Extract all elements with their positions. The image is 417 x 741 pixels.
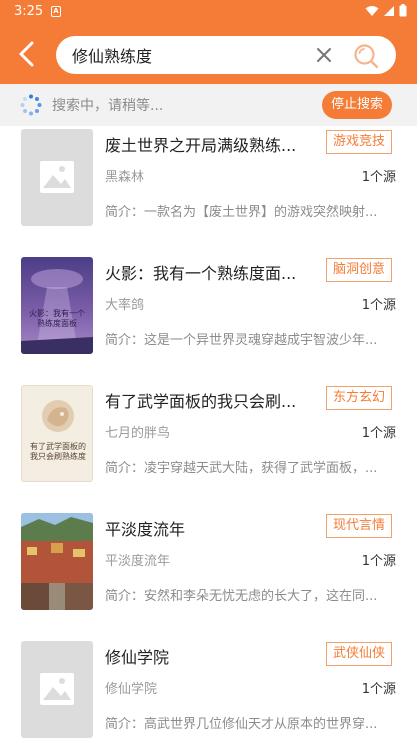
book-cover — [21, 513, 93, 610]
book-category-tag: 脑洞创意 — [326, 258, 393, 282]
placeholder-image-icon — [40, 673, 74, 705]
book-category-tag: 游戏竞技 — [326, 130, 393, 154]
loading-spinner-icon — [20, 94, 42, 116]
back-button[interactable] — [12, 38, 44, 70]
book-cover — [21, 129, 93, 226]
naruto-cover-art — [21, 269, 93, 354]
book-title: 火影：我有一个熟练度面... — [105, 264, 297, 283]
book-source-count: 1个源 — [361, 682, 396, 697]
search-progress-bar: 搜索中，请稍等... 停止搜索 — [0, 84, 417, 126]
wifi-icon — [365, 5, 379, 16]
book-intro: 简介：安然和李朵无忧无虑的长大了，这在同... — [105, 589, 378, 604]
book-intro: 简介：凌宇穿越天武大陆，获得了武学面板，... — [105, 461, 378, 476]
book-result-item[interactable]: 平淡度流年 现代言情 平淡度流年 1个源 简介：安然和李朵无忧无虑的长大了，这在… — [0, 506, 417, 634]
book-title: 有了武学面板的我只会刷... — [105, 392, 297, 411]
book-author: 七月的胖鸟 — [105, 426, 171, 441]
book-author: 修仙学院 — [105, 682, 158, 697]
book-author: 大率鸽 — [105, 298, 145, 313]
search-input[interactable] — [72, 36, 302, 74]
cover-title-text: 有了武学面板的我只会刷熟练度 — [30, 442, 86, 461]
clear-button[interactable] — [314, 45, 334, 65]
notification-icon: A — [51, 6, 61, 17]
book-source-count: 1个源 — [361, 170, 396, 185]
close-icon — [317, 48, 331, 62]
book-result-item[interactable]: 修仙学院 武侠仙侠 修仙学院 1个源 简介：高武世界几位修仙天才从原本的世界穿.… — [0, 634, 417, 741]
book-result-item[interactable]: 火影：我有一个熟练度面板 火影：我有一个熟练度面... 脑洞创意 大率鸽 1个源… — [0, 250, 417, 378]
book-category-tag: 现代言情 — [326, 514, 393, 538]
book-title: 修仙学院 — [105, 648, 170, 667]
searching-status-text: 搜索中，请稍等... — [52, 98, 164, 114]
cover-title-text: 火影：我有一个熟练度面板 — [29, 309, 85, 328]
status-bar: 3:25 A — [0, 0, 417, 24]
search-toolbar — [0, 24, 417, 84]
book-title: 废土世界之开局满级熟练... — [105, 136, 297, 155]
book-intro: 简介：高武世界几位修仙天才从原本的世界穿... — [105, 717, 378, 732]
placeholder-image-icon — [40, 161, 74, 193]
back-arrow-icon — [19, 41, 34, 67]
search-result-list[interactable]: 废土世界之开局满级熟练... 游戏竞技 黑森林 1个源 简介：一款名为【废土世界… — [0, 126, 417, 741]
book-category-tag: 东方玄幻 — [326, 386, 393, 410]
book-cover: 有了武学面板的我只会刷熟练度 — [21, 385, 93, 482]
book-source-count: 1个源 — [361, 554, 396, 569]
martial-cover-art — [42, 400, 74, 432]
book-title: 平淡度流年 — [105, 520, 186, 539]
signal-icon — [384, 5, 394, 16]
system-icons — [365, 4, 407, 17]
search-button[interactable] — [352, 42, 380, 70]
book-cover: 火影：我有一个熟练度面板 — [21, 257, 93, 354]
book-source-count: 1个源 — [361, 298, 396, 313]
book-result-item[interactable]: 有了武学面板的我只会刷熟练度 有了武学面板的我只会刷... 东方玄幻 七月的胖鸟… — [0, 378, 417, 506]
book-result-item[interactable]: 废土世界之开局满级熟练... 游戏竞技 黑森林 1个源 简介：一款名为【废土世界… — [0, 126, 417, 250]
street-photo-cover — [21, 513, 93, 610]
book-source-count: 1个源 — [361, 426, 396, 441]
book-category-tag: 武侠仙侠 — [326, 642, 393, 666]
book-intro: 简介：一款名为【废土世界】的游戏突然映射... — [105, 205, 378, 220]
search-icon — [354, 44, 379, 69]
book-intro: 简介：这是一个异世界灵魂穿越成宇智波少年... — [105, 333, 378, 348]
status-time: 3:25 — [14, 4, 44, 19]
battery-icon — [399, 4, 407, 17]
book-author: 平淡度流年 — [105, 554, 171, 569]
book-author: 黑森林 — [105, 170, 145, 185]
search-box — [56, 36, 396, 74]
stop-search-button[interactable]: 停止搜索 — [322, 91, 392, 119]
book-cover — [21, 641, 93, 738]
